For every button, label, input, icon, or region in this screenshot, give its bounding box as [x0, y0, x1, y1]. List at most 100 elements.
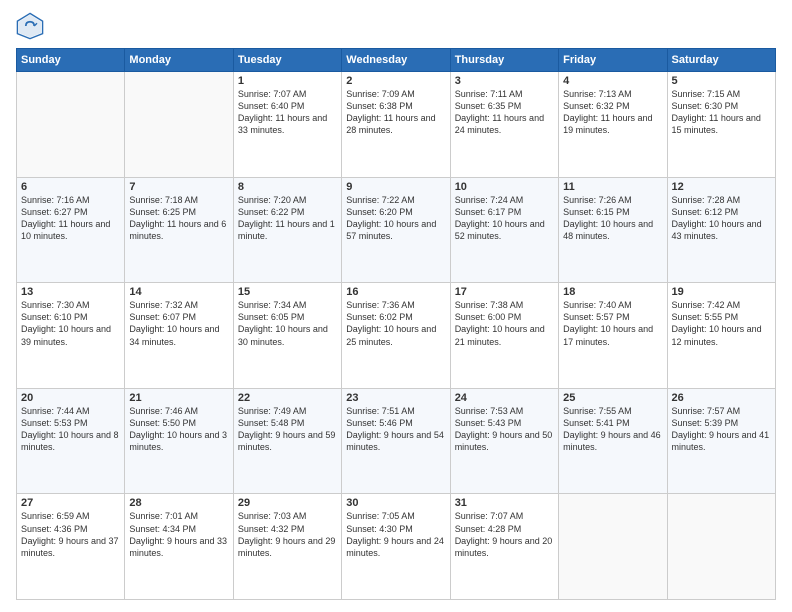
week-row: 13Sunrise: 7:30 AM Sunset: 6:10 PM Dayli… — [17, 283, 776, 389]
cell-info: Sunrise: 7:40 AM Sunset: 5:57 PM Dayligh… — [563, 299, 662, 348]
week-row: 27Sunrise: 6:59 AM Sunset: 4:36 PM Dayli… — [17, 494, 776, 600]
cell-info: Sunrise: 7:20 AM Sunset: 6:22 PM Dayligh… — [238, 194, 337, 243]
cell-info: Sunrise: 7:44 AM Sunset: 5:53 PM Dayligh… — [21, 405, 120, 454]
day-number: 30 — [346, 497, 445, 509]
logo-icon — [16, 12, 44, 40]
calendar-cell: 5Sunrise: 7:15 AM Sunset: 6:30 PM Daylig… — [667, 72, 775, 178]
cell-info: Sunrise: 7:30 AM Sunset: 6:10 PM Dayligh… — [21, 299, 120, 348]
cell-info: Sunrise: 7:15 AM Sunset: 6:30 PM Dayligh… — [672, 88, 771, 137]
cell-info: Sunrise: 7:53 AM Sunset: 5:43 PM Dayligh… — [455, 405, 554, 454]
day-number: 9 — [346, 181, 445, 193]
day-number: 13 — [21, 286, 120, 298]
day-number: 31 — [455, 497, 554, 509]
calendar-cell: 4Sunrise: 7:13 AM Sunset: 6:32 PM Daylig… — [559, 72, 667, 178]
day-number: 10 — [455, 181, 554, 193]
day-number: 8 — [238, 181, 337, 193]
calendar-cell: 3Sunrise: 7:11 AM Sunset: 6:35 PM Daylig… — [450, 72, 558, 178]
day-number: 14 — [129, 286, 228, 298]
header-row: SundayMondayTuesdayWednesdayThursdayFrid… — [17, 49, 776, 72]
cell-info: Sunrise: 7:49 AM Sunset: 5:48 PM Dayligh… — [238, 405, 337, 454]
day-number: 21 — [129, 392, 228, 404]
cell-info: Sunrise: 7:18 AM Sunset: 6:25 PM Dayligh… — [129, 194, 228, 243]
day-header: Wednesday — [342, 49, 450, 72]
day-number: 11 — [563, 181, 662, 193]
day-number: 27 — [21, 497, 120, 509]
day-number: 24 — [455, 392, 554, 404]
calendar-cell: 19Sunrise: 7:42 AM Sunset: 5:55 PM Dayli… — [667, 283, 775, 389]
cell-info: Sunrise: 7:13 AM Sunset: 6:32 PM Dayligh… — [563, 88, 662, 137]
day-header: Saturday — [667, 49, 775, 72]
calendar-cell: 14Sunrise: 7:32 AM Sunset: 6:07 PM Dayli… — [125, 283, 233, 389]
cell-info: Sunrise: 7:28 AM Sunset: 6:12 PM Dayligh… — [672, 194, 771, 243]
calendar-cell: 28Sunrise: 7:01 AM Sunset: 4:34 PM Dayli… — [125, 494, 233, 600]
calendar-cell: 18Sunrise: 7:40 AM Sunset: 5:57 PM Dayli… — [559, 283, 667, 389]
cell-info: Sunrise: 7:55 AM Sunset: 5:41 PM Dayligh… — [563, 405, 662, 454]
day-number: 20 — [21, 392, 120, 404]
page: SundayMondayTuesdayWednesdayThursdayFrid… — [0, 0, 792, 612]
day-number: 3 — [455, 75, 554, 87]
cell-info: Sunrise: 7:34 AM Sunset: 6:05 PM Dayligh… — [238, 299, 337, 348]
calendar-cell: 23Sunrise: 7:51 AM Sunset: 5:46 PM Dayli… — [342, 388, 450, 494]
day-number: 26 — [672, 392, 771, 404]
day-number: 15 — [238, 286, 337, 298]
day-number: 7 — [129, 181, 228, 193]
header — [16, 12, 776, 40]
calendar-cell: 11Sunrise: 7:26 AM Sunset: 6:15 PM Dayli… — [559, 177, 667, 283]
calendar-cell: 1Sunrise: 7:07 AM Sunset: 6:40 PM Daylig… — [233, 72, 341, 178]
cell-info: Sunrise: 7:16 AM Sunset: 6:27 PM Dayligh… — [21, 194, 120, 243]
cell-info: Sunrise: 7:46 AM Sunset: 5:50 PM Dayligh… — [129, 405, 228, 454]
cell-info: Sunrise: 7:01 AM Sunset: 4:34 PM Dayligh… — [129, 510, 228, 559]
week-row: 20Sunrise: 7:44 AM Sunset: 5:53 PM Dayli… — [17, 388, 776, 494]
logo — [16, 12, 48, 40]
cell-info: Sunrise: 7:07 AM Sunset: 6:40 PM Dayligh… — [238, 88, 337, 137]
calendar-cell: 24Sunrise: 7:53 AM Sunset: 5:43 PM Dayli… — [450, 388, 558, 494]
cell-info: Sunrise: 7:38 AM Sunset: 6:00 PM Dayligh… — [455, 299, 554, 348]
calendar-cell: 9Sunrise: 7:22 AM Sunset: 6:20 PM Daylig… — [342, 177, 450, 283]
cell-info: Sunrise: 7:11 AM Sunset: 6:35 PM Dayligh… — [455, 88, 554, 137]
week-row: 1Sunrise: 7:07 AM Sunset: 6:40 PM Daylig… — [17, 72, 776, 178]
cell-info: Sunrise: 7:26 AM Sunset: 6:15 PM Dayligh… — [563, 194, 662, 243]
calendar-cell: 8Sunrise: 7:20 AM Sunset: 6:22 PM Daylig… — [233, 177, 341, 283]
calendar-table: SundayMondayTuesdayWednesdayThursdayFrid… — [16, 48, 776, 600]
calendar-cell: 29Sunrise: 7:03 AM Sunset: 4:32 PM Dayli… — [233, 494, 341, 600]
calendar-cell: 15Sunrise: 7:34 AM Sunset: 6:05 PM Dayli… — [233, 283, 341, 389]
calendar-cell: 6Sunrise: 7:16 AM Sunset: 6:27 PM Daylig… — [17, 177, 125, 283]
cell-info: Sunrise: 7:57 AM Sunset: 5:39 PM Dayligh… — [672, 405, 771, 454]
calendar-cell — [559, 494, 667, 600]
calendar-cell: 31Sunrise: 7:07 AM Sunset: 4:28 PM Dayli… — [450, 494, 558, 600]
week-row: 6Sunrise: 7:16 AM Sunset: 6:27 PM Daylig… — [17, 177, 776, 283]
day-number: 17 — [455, 286, 554, 298]
calendar-cell: 2Sunrise: 7:09 AM Sunset: 6:38 PM Daylig… — [342, 72, 450, 178]
day-number: 29 — [238, 497, 337, 509]
day-number: 5 — [672, 75, 771, 87]
calendar-cell — [667, 494, 775, 600]
cell-info: Sunrise: 7:03 AM Sunset: 4:32 PM Dayligh… — [238, 510, 337, 559]
day-header: Sunday — [17, 49, 125, 72]
calendar-cell: 10Sunrise: 7:24 AM Sunset: 6:17 PM Dayli… — [450, 177, 558, 283]
day-header: Thursday — [450, 49, 558, 72]
day-number: 25 — [563, 392, 662, 404]
day-header: Friday — [559, 49, 667, 72]
calendar-cell: 13Sunrise: 7:30 AM Sunset: 6:10 PM Dayli… — [17, 283, 125, 389]
day-number: 1 — [238, 75, 337, 87]
cell-info: Sunrise: 7:42 AM Sunset: 5:55 PM Dayligh… — [672, 299, 771, 348]
calendar-cell: 20Sunrise: 7:44 AM Sunset: 5:53 PM Dayli… — [17, 388, 125, 494]
calendar-cell — [17, 72, 125, 178]
day-number: 19 — [672, 286, 771, 298]
calendar-cell: 21Sunrise: 7:46 AM Sunset: 5:50 PM Dayli… — [125, 388, 233, 494]
calendar-cell: 26Sunrise: 7:57 AM Sunset: 5:39 PM Dayli… — [667, 388, 775, 494]
calendar-cell: 12Sunrise: 7:28 AM Sunset: 6:12 PM Dayli… — [667, 177, 775, 283]
day-number: 6 — [21, 181, 120, 193]
calendar-cell: 16Sunrise: 7:36 AM Sunset: 6:02 PM Dayli… — [342, 283, 450, 389]
day-header: Monday — [125, 49, 233, 72]
calendar-cell: 7Sunrise: 7:18 AM Sunset: 6:25 PM Daylig… — [125, 177, 233, 283]
day-number: 4 — [563, 75, 662, 87]
day-number: 22 — [238, 392, 337, 404]
cell-info: Sunrise: 7:22 AM Sunset: 6:20 PM Dayligh… — [346, 194, 445, 243]
cell-info: Sunrise: 7:07 AM Sunset: 4:28 PM Dayligh… — [455, 510, 554, 559]
day-header: Tuesday — [233, 49, 341, 72]
cell-info: Sunrise: 7:32 AM Sunset: 6:07 PM Dayligh… — [129, 299, 228, 348]
day-number: 2 — [346, 75, 445, 87]
day-number: 12 — [672, 181, 771, 193]
calendar-cell: 30Sunrise: 7:05 AM Sunset: 4:30 PM Dayli… — [342, 494, 450, 600]
